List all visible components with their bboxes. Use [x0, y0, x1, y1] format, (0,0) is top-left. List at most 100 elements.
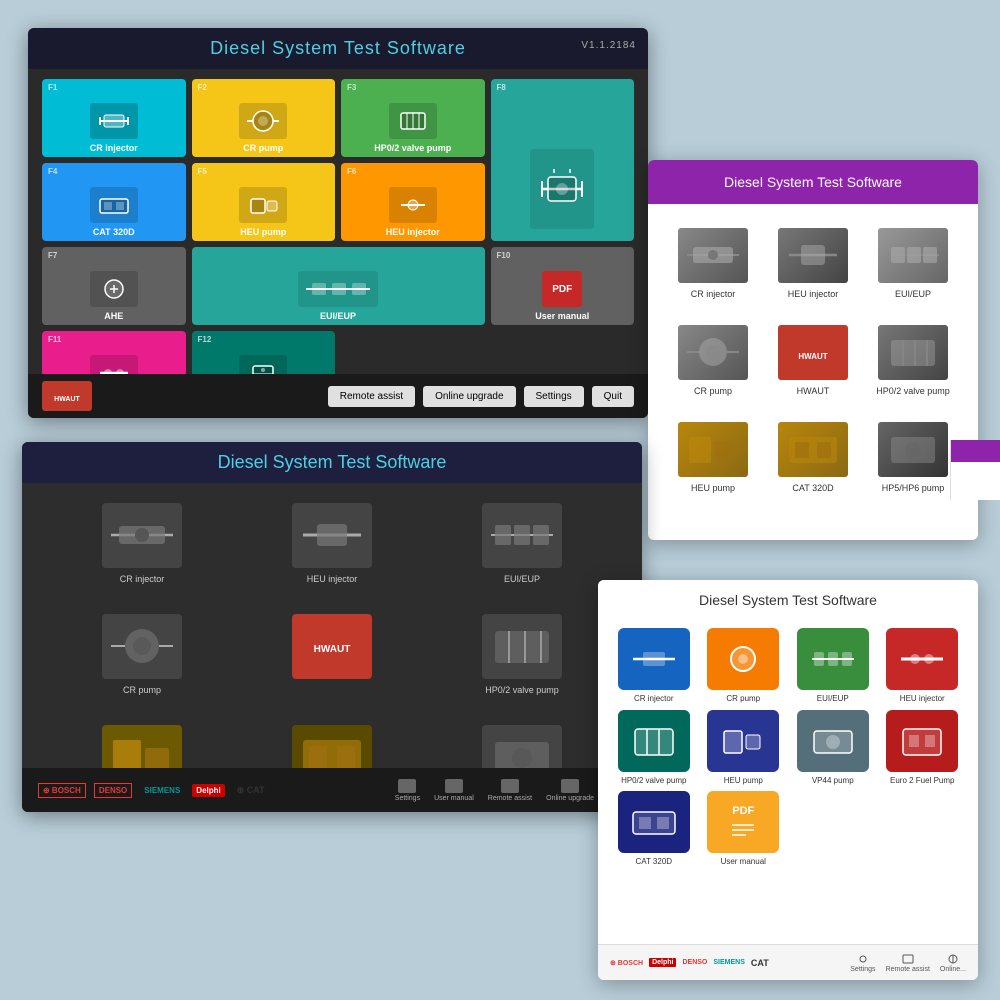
p4-cell-user-manual[interactable]: PDF User manual	[702, 791, 786, 867]
p2-label-hp02-pump: HP0/2 valve pump	[876, 386, 950, 396]
p4-cell-heu-injector[interactable]: HEU injector	[881, 628, 965, 704]
p3-settings-icon	[398, 779, 416, 793]
fkey-f1: F1	[48, 83, 57, 92]
p4-cell-vp44-pump[interactable]: VP44 pump	[791, 710, 875, 786]
p4-cr-injector-box	[618, 628, 690, 690]
p3-cell-cr-injector[interactable]: CR injector	[52, 493, 232, 594]
p2-cell-heu-injector[interactable]: HEU injector	[768, 220, 858, 307]
panel1-cell-heu-pump[interactable]: F5 HEU pump	[192, 163, 336, 241]
p2-cell-hp02-pump[interactable]: HP0/2 valve pump	[868, 317, 958, 404]
p4-cell-heu-pump[interactable]: HEU pump	[702, 710, 786, 786]
panel4-grid: CR injector CR pump EUI/EUP HEU injector	[598, 620, 978, 875]
p4-cell-cat320d[interactable]: CAT 320D	[612, 791, 696, 867]
panel1-cell-cr-injector[interactable]: F1 CR injector	[42, 79, 186, 157]
p3-cell-cr-pump[interactable]: CR pump	[52, 604, 232, 705]
p2-heu-pump-img	[678, 422, 748, 477]
p4-online-label: Online...	[940, 966, 966, 973]
panel1-label-heu-injector: HEU injector	[386, 227, 440, 237]
remote-assist-button[interactable]: Remote assist	[328, 386, 415, 407]
panel1-cell-user-manual[interactable]: F10 PDF User manual	[491, 247, 635, 325]
p2-label-cr-pump: CR pump	[694, 386, 732, 396]
heu-injector-icon	[389, 187, 437, 223]
p3-heu-injector-img	[292, 503, 372, 568]
p4-label-euro2-fuel-pump: Euro 2 Fuel Pump	[890, 776, 954, 786]
panel2-header: Diesel System Test Software	[648, 160, 978, 204]
fkey-f5: F5	[198, 167, 207, 176]
p2-cell-hp5hp6-pump[interactable]: HP5/HP6 pump	[868, 414, 958, 501]
p3-remote-assist-label: Remote assist	[488, 795, 532, 802]
p4-brand-cat: CAT	[751, 958, 769, 968]
p4-label-vp44-pump: VP44 pump	[812, 776, 854, 786]
p3-cell-hp02-pump[interactable]: HP0/2 valve pump	[432, 604, 612, 705]
ahe-icon	[90, 271, 138, 307]
online-upgrade-button[interactable]: Online upgrade	[423, 386, 515, 407]
p4-brand-bosch: ⊕ BOSCH	[610, 959, 643, 967]
p4-cell-cr-pump[interactable]: CR pump	[702, 628, 786, 704]
p3-label-heu-injector: HEU injector	[307, 574, 358, 584]
p3-cell-hwaut[interactable]: HWAUT	[242, 604, 422, 705]
p4-remote-assist-btn[interactable]: Remote assist	[886, 953, 930, 973]
panel1-cell-hp02-pump[interactable]: F3 HP0/2 valve pump	[341, 79, 485, 157]
panel3-brand-logos: ⊕ BOSCH DENSO SIEMENS Delphi ⊕ CAT	[38, 783, 269, 798]
panel1-footer: HWAUT Remote assist Online upgrade Setti…	[28, 374, 648, 418]
p4-online-btn[interactable]: Online...	[940, 953, 966, 973]
p4-settings-btn[interactable]: Settings	[850, 953, 875, 973]
p4-vp44-pump-box	[797, 710, 869, 772]
p3-user-manual-label: User manual	[434, 795, 474, 802]
p2-label-cat320d: CAT 320D	[792, 483, 833, 493]
p3-online-upgrade-btn[interactable]: Online upgrade	[546, 779, 594, 802]
p4-label-heu-injector: HEU injector	[900, 694, 945, 704]
p3-remote-assist-btn[interactable]: Remote assist	[488, 779, 532, 802]
p4-cell-euro2-fuel-pump[interactable]: Euro 2 Fuel Pump	[881, 710, 965, 786]
hp02-pump-icon	[389, 103, 437, 139]
panel1-label-eui-eup: EUI/EUP	[320, 311, 356, 321]
brand-siemens: SIEMENS	[140, 784, 184, 797]
p4-cell-hp02-pump[interactable]: HP0/2 valve pump	[612, 710, 696, 786]
p2-cell-cr-injector[interactable]: CR injector	[668, 220, 758, 307]
panel1-cell-cr-pump[interactable]: F2 CR pump	[192, 79, 336, 157]
panel1-cell-heu-injector[interactable]: F6 HEU injector	[341, 163, 485, 241]
p2-cell-heu-pump[interactable]: HEU pump	[668, 414, 758, 501]
p2-cr-pump-img	[678, 325, 748, 380]
p2-cell-eui-eup[interactable]: EUI/EUP	[868, 220, 958, 307]
user-manual-icon: PDF	[542, 271, 582, 307]
p3-cell-eui-eup[interactable]: EUI/EUP	[432, 493, 612, 594]
p4-cell-eui-eup[interactable]: EUI/EUP	[791, 628, 875, 704]
heu-pump-icon	[239, 187, 287, 223]
cat320d-icon	[90, 187, 138, 223]
p3-user-manual-btn[interactable]: User manual	[434, 779, 474, 802]
p2-cell-cat320d[interactable]: CAT 320D	[768, 414, 858, 501]
p4-cell-cr-injector[interactable]: CR injector	[612, 628, 696, 704]
p2-cell-cr-pump[interactable]: CR pump	[668, 317, 758, 404]
p4-brand-delphi: Delphi	[649, 958, 676, 967]
panel3-title: Diesel System Test Software	[218, 452, 447, 472]
panel1-cell-eui-eup[interactable]: EUI/EUP	[192, 247, 485, 325]
p3-cr-injector-img	[102, 503, 182, 568]
p3-hwaut-img: HWAUT	[292, 614, 372, 679]
p4-label-hp02-pump: HP0/2 valve pump	[621, 776, 686, 786]
panel1-hwaut-logo: HWAUT	[42, 381, 92, 411]
p4-label-heu-pump: HEU pump	[724, 776, 763, 786]
p2-hwaut-img: HWAUT	[778, 325, 848, 380]
p3-label-cr-pump: CR pump	[123, 685, 161, 695]
eui-eup-icon	[298, 271, 378, 307]
panel1-cell-ahe[interactable]: F7 AHE	[42, 247, 186, 325]
p2-cell-hwaut[interactable]: HWAUT HWAUT	[768, 317, 858, 404]
panel1-action-buttons: Remote assist Online upgrade Settings Qu…	[328, 386, 634, 407]
p3-remote-assist-icon	[501, 779, 519, 793]
p3-cell-heu-injector[interactable]: HEU injector	[242, 493, 422, 594]
p2-label-eui-eup: EUI/EUP	[895, 289, 931, 299]
panel1-cell-f8[interactable]: F8	[491, 79, 635, 241]
svg-text:HWAUT: HWAUT	[314, 644, 351, 655]
p4-label-eui-eup: EUI/EUP	[817, 694, 849, 704]
p4-heu-injector-box	[886, 628, 958, 690]
brand-bosch: ⊕ BOSCH	[38, 783, 86, 798]
p3-settings-btn[interactable]: Settings	[395, 779, 420, 802]
panel3-footer: ⊕ BOSCH DENSO SIEMENS Delphi ⊕ CAT Setti…	[22, 768, 642, 812]
p4-eui-eup-box	[797, 628, 869, 690]
quit-button[interactable]: Quit	[592, 386, 634, 407]
settings-button[interactable]: Settings	[524, 386, 584, 407]
p2-heu-injector-img	[778, 228, 848, 283]
p4-label-cr-pump: CR pump	[726, 694, 760, 704]
panel1-cell-cat320d[interactable]: F4 CAT 320D	[42, 163, 186, 241]
